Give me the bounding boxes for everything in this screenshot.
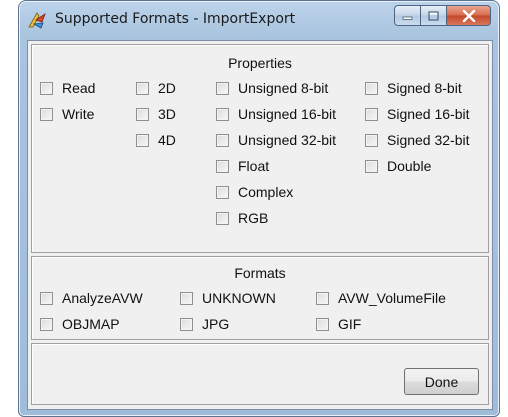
checkbox-label: UNKNOWN (202, 290, 276, 306)
checkbox-label: Signed 32-bit (387, 132, 470, 148)
maximize-icon (428, 11, 439, 20)
checkbox-box[interactable] (136, 133, 149, 147)
checkbox-label: RGB (238, 210, 269, 226)
checkbox-box[interactable] (40, 107, 53, 121)
checkbox-label: Read (62, 80, 96, 96)
checkbox-box[interactable] (316, 317, 329, 331)
checkbox-float[interactable]: Float (216, 158, 269, 174)
checkbox-rgb[interactable]: RGB (216, 210, 268, 226)
checkbox-read[interactable]: Read (40, 80, 95, 96)
checkbox-2d[interactable]: 2D (136, 80, 176, 96)
properties-panel: Properties Read Write 2D 3D 4D Unsigned … (31, 44, 489, 253)
checkbox-objmap[interactable]: OBJMAP (40, 316, 120, 332)
properties-title: Properties (228, 55, 292, 71)
checkbox-box[interactable] (136, 81, 149, 95)
checkbox-label: 2D (158, 80, 176, 96)
checkbox-3d[interactable]: 3D (136, 106, 176, 122)
app-icon (28, 12, 46, 29)
checkbox-box[interactable] (180, 317, 193, 331)
checkbox-write[interactable]: Write (40, 106, 94, 122)
checkbox-unsigned-8bit[interactable]: Unsigned 8-bit (216, 80, 328, 96)
window-title: Supported Formats - ImportExport (55, 11, 296, 27)
checkbox-label: AnalyzeAVW (62, 290, 143, 306)
caption-buttons (394, 5, 491, 27)
minimize-button[interactable] (394, 5, 421, 26)
dialog-client-area: Properties Read Write 2D 3D 4D Unsigned … (27, 40, 493, 410)
checkbox-box[interactable] (216, 81, 229, 95)
checkbox-gif[interactable]: GIF (316, 316, 361, 332)
checkbox-box[interactable] (216, 211, 229, 225)
checkbox-label: JPG (202, 316, 230, 332)
checkbox-box[interactable] (316, 291, 329, 305)
checkbox-label: Write (62, 106, 95, 122)
checkbox-box[interactable] (216, 133, 229, 147)
checkbox-unknown[interactable]: UNKNOWN (180, 290, 276, 306)
checkbox-label: 3D (158, 106, 176, 122)
close-button[interactable] (447, 5, 491, 26)
minimize-icon (402, 16, 413, 20)
checkbox-box[interactable] (136, 107, 149, 121)
checkbox-label: Unsigned 8-bit (238, 80, 329, 96)
checkbox-box[interactable] (40, 81, 53, 95)
checkbox-box[interactable] (365, 159, 378, 173)
dialog-window: Supported Formats - ImportExport Propert… (18, 0, 500, 417)
checkbox-label: Signed 16-bit (387, 106, 470, 122)
checkbox-box[interactable] (216, 185, 229, 199)
checkbox-box[interactable] (40, 317, 53, 331)
checkbox-label: Double (387, 158, 432, 174)
checkbox-box[interactable] (40, 291, 53, 305)
checkbox-label: AVW_VolumeFile (338, 290, 446, 306)
checkbox-label: 4D (158, 132, 176, 148)
checkbox-double[interactable]: Double (365, 158, 431, 174)
checkbox-signed-32bit[interactable]: Signed 32-bit (365, 132, 470, 148)
maximize-button[interactable] (421, 5, 447, 26)
checkbox-label: Unsigned 32-bit (238, 132, 337, 148)
checkbox-box[interactable] (365, 107, 378, 121)
done-button[interactable]: Done (404, 368, 479, 395)
checkbox-unsigned-16bit[interactable]: Unsigned 16-bit (216, 106, 336, 122)
title-bar[interactable]: Supported Formats - ImportExport (19, 1, 499, 39)
checkbox-signed-16bit[interactable]: Signed 16-bit (365, 106, 470, 122)
checkbox-label: Unsigned 16-bit (238, 106, 337, 122)
checkbox-signed-8bit[interactable]: Signed 8-bit (365, 80, 462, 96)
checkbox-box[interactable] (365, 133, 378, 147)
checkbox-analyzeavw[interactable]: AnalyzeAVW (40, 290, 143, 306)
checkbox-box[interactable] (216, 159, 229, 173)
checkbox-box[interactable] (180, 291, 193, 305)
checkbox-avw-volumefile[interactable]: AVW_VolumeFile (316, 290, 446, 306)
footer-panel: Done (31, 343, 489, 405)
checkbox-label: Float (238, 158, 270, 174)
checkbox-complex[interactable]: Complex (216, 184, 293, 200)
checkbox-label: GIF (338, 316, 362, 332)
checkbox-label: Signed 8-bit (387, 80, 462, 96)
checkbox-4d[interactable]: 4D (136, 132, 176, 148)
formats-panel: Formats AnalyzeAVW UNKNOWN AVW_VolumeFil… (31, 256, 489, 340)
close-icon (462, 9, 475, 22)
formats-title: Formats (234, 265, 286, 281)
checkbox-jpg[interactable]: JPG (180, 316, 229, 332)
checkbox-label: Complex (238, 184, 294, 200)
checkbox-label: OBJMAP (62, 316, 120, 332)
checkbox-unsigned-32bit[interactable]: Unsigned 32-bit (216, 132, 336, 148)
checkbox-box[interactable] (216, 107, 229, 121)
checkbox-box[interactable] (365, 81, 378, 95)
